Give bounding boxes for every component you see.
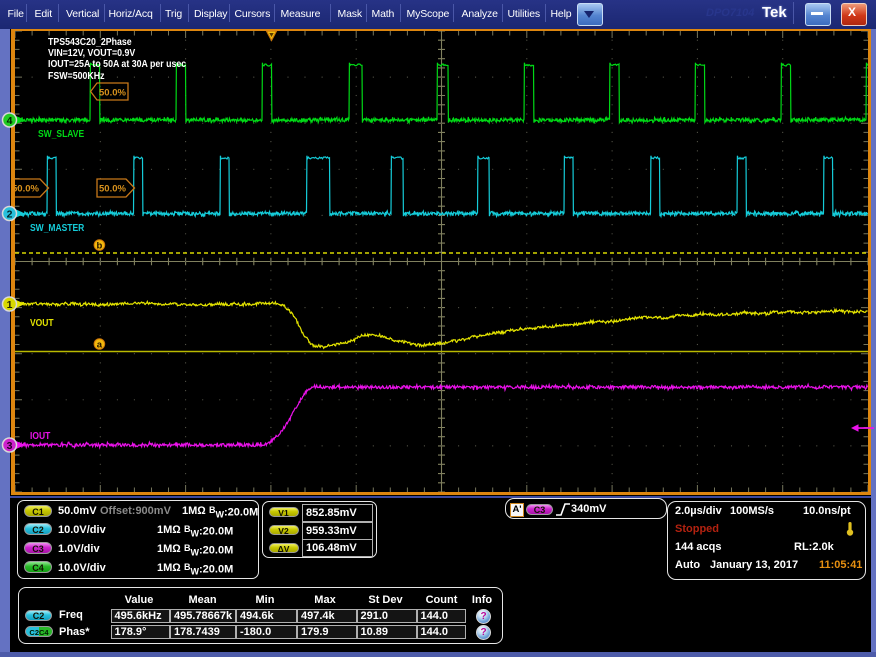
svg-text:50.0%: 50.0%: [99, 88, 126, 99]
svg-text:b: b: [96, 241, 102, 252]
svg-text:50.0%: 50.0%: [15, 184, 39, 195]
svg-text:50.0%: 50.0%: [99, 184, 126, 195]
svg-text:a: a: [97, 340, 103, 351]
